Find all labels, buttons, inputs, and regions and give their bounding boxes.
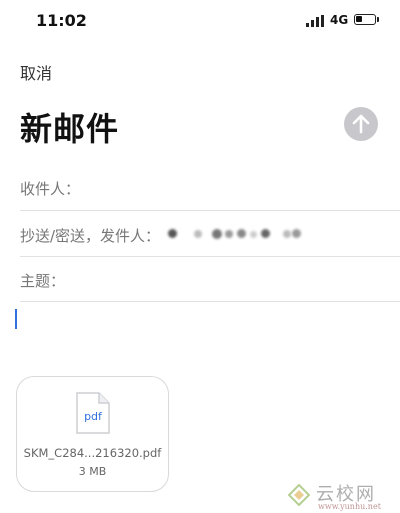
cc-bcc-from-field[interactable]: 抄送/密送，发件人： — [20, 211, 400, 257]
to-field[interactable]: 收件人： — [20, 164, 400, 210]
cancel-button[interactable]: 取消 — [20, 60, 52, 84]
network-type: 4G — [330, 13, 349, 27]
watermark-url: www.yunhu.net — [318, 502, 381, 511]
battery-level — [356, 16, 362, 22]
pdf-file-icon: pdf — [76, 392, 110, 434]
message-body[interactable] — [0, 302, 400, 372]
battery-icon — [354, 14, 379, 25]
sender-address-blurred — [168, 221, 308, 247]
send-button[interactable] — [344, 107, 378, 141]
cc-bcc-from-label: 抄送/密送，发件人： — [20, 227, 161, 245]
attachment-file-name: SKM_C284...216320.pdf — [23, 446, 162, 460]
pdf-icon-label: pdf — [84, 410, 103, 423]
attachment-file-size: 3 MB — [78, 465, 107, 478]
page-title: 新邮件 — [20, 110, 120, 148]
watermark: 云校网 www.yunhu.net — [286, 480, 396, 512]
watermark-logo-icon — [288, 484, 310, 506]
subject-label: 主题： — [20, 272, 66, 290]
status-time: 11:02 — [36, 11, 87, 30]
status-bar: 11:02 4G — [0, 0, 400, 44]
arrow-up-icon — [352, 114, 370, 134]
text-cursor — [15, 309, 17, 329]
signal-icon — [306, 15, 324, 27]
subject-field[interactable]: 主题： — [20, 256, 400, 302]
attachment-card[interactable]: pdf SKM_C284...216320.pdf 3 MB — [16, 376, 169, 492]
to-label: 收件人： — [20, 180, 81, 198]
